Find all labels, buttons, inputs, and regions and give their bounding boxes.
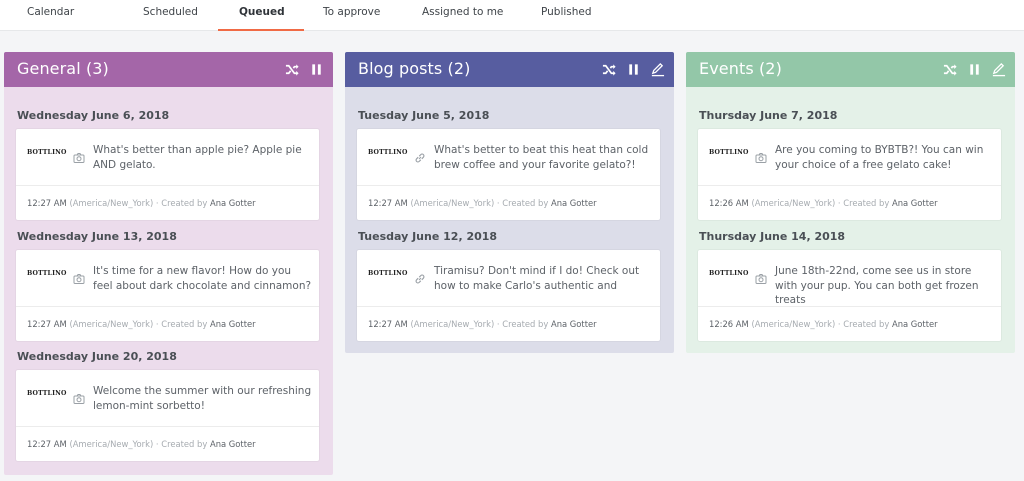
- tab-calendar[interactable]: Calendar: [27, 0, 74, 31]
- column-header: Blog posts (2): [345, 52, 674, 87]
- post-card[interactable]: BOTTLINO June 18th-22nd, come see us in …: [698, 250, 1001, 341]
- author-name: Ana Gotter: [550, 319, 597, 329]
- column-header: General (3): [4, 52, 333, 87]
- date-heading: Tuesday June 12, 2018: [358, 230, 498, 243]
- column-title: General (3): [17, 59, 109, 78]
- date-heading: Wednesday June 13, 2018: [17, 230, 177, 243]
- brand-logo: BOTTLINO: [709, 270, 749, 277]
- post-text: Are you coming to BYBTB?! You can win yo…: [775, 144, 984, 171]
- edit-icon[interactable]: [989, 60, 1007, 78]
- author-name: Ana Gotter: [891, 319, 938, 329]
- tab-to-approve[interactable]: To approve: [323, 0, 380, 31]
- post-meta: 12:27 AM (America/New_York) · Created by…: [368, 198, 597, 208]
- author-name: Ana Gotter: [209, 198, 256, 208]
- post-card[interactable]: BOTTLINO It's time for a new flavor! How…: [16, 250, 319, 341]
- camera-icon: [755, 270, 767, 284]
- camera-icon: [73, 149, 85, 163]
- post-card[interactable]: BOTTLINO Welcome the summer with our ref…: [16, 370, 319, 461]
- brand-logo: BOTTLINO: [368, 270, 408, 277]
- camera-icon: [73, 390, 85, 404]
- date-heading: Thursday June 14, 2018: [699, 230, 846, 243]
- queue-column-blog-posts: Blog posts (2) Tuesday June 5, 2018 BOTT…: [345, 52, 674, 353]
- post-card[interactable]: BOTTLINO Are you coming to BYBTB?! You c…: [698, 129, 1001, 220]
- date-heading: Wednesday June 20, 2018: [17, 350, 177, 363]
- camera-icon: [73, 270, 85, 284]
- post-meta: 12:26 AM (America/New_York) · Created by…: [709, 198, 938, 208]
- post-meta: 12:27 AM (America/New_York) · Created by…: [27, 439, 256, 449]
- post-text: Tiramisu? Don't mind if I do! Check out …: [434, 265, 640, 292]
- tab-queued[interactable]: Queued: [218, 0, 304, 31]
- post-card[interactable]: BOTTLINO Tiramisu? Don't mind if I do! C…: [357, 250, 660, 341]
- brand-logo: BOTTLINO: [27, 149, 67, 156]
- tab-published[interactable]: Published: [541, 0, 592, 31]
- shuffle-icon[interactable]: [941, 60, 959, 78]
- brand-logo: BOTTLINO: [27, 390, 67, 397]
- pause-icon[interactable]: [965, 60, 983, 78]
- post-meta: 12:27 AM (America/New_York) · Created by…: [368, 319, 597, 329]
- post-text: June 18th-22nd, come see us in store wit…: [775, 265, 979, 306]
- pause-icon[interactable]: [624, 60, 642, 78]
- column-header: Events (2): [686, 52, 1015, 87]
- date-heading: Thursday June 7, 2018: [699, 109, 838, 122]
- pause-icon[interactable]: [307, 60, 325, 78]
- queue-column-general: General (3) Wednesday June 6, 2018 BOTTL…: [4, 52, 333, 475]
- post-meta: 12:27 AM (America/New_York) · Created by…: [27, 319, 256, 329]
- brand-logo: BOTTLINO: [27, 270, 67, 277]
- post-text: Welcome the summer with our refreshing l…: [93, 385, 312, 412]
- tab-assigned-to-me[interactable]: Assigned to me: [422, 0, 503, 31]
- top-nav: Calendar Scheduled Queued To approve Ass…: [0, 0, 1024, 31]
- shuffle-icon[interactable]: [283, 60, 301, 78]
- post-meta: 12:26 AM (America/New_York) · Created by…: [709, 319, 938, 329]
- column-title: Blog posts (2): [358, 59, 471, 78]
- post-card[interactable]: BOTTLINO What's better than apple pie? A…: [16, 129, 319, 220]
- post-meta: 12:27 AM (America/New_York) · Created by…: [27, 198, 256, 208]
- date-heading: Tuesday June 5, 2018: [358, 109, 490, 122]
- link-icon: [414, 270, 426, 284]
- tab-scheduled[interactable]: Scheduled: [143, 0, 198, 31]
- post-text: What's better than apple pie? Apple pie …: [93, 144, 302, 171]
- author-name: Ana Gotter: [209, 319, 256, 329]
- author-name: Ana Gotter: [550, 198, 597, 208]
- queue-column-events: Events (2) Thursday June 7, 2018 BOTTLIN…: [686, 52, 1015, 353]
- edit-icon[interactable]: [648, 60, 666, 78]
- author-name: Ana Gotter: [209, 439, 256, 449]
- camera-icon: [755, 149, 767, 163]
- column-title: Events (2): [699, 59, 782, 78]
- brand-logo: BOTTLINO: [709, 149, 749, 156]
- post-text: It's time for a new flavor! How do you f…: [93, 265, 312, 292]
- author-name: Ana Gotter: [891, 198, 938, 208]
- brand-logo: BOTTLINO: [368, 149, 408, 156]
- post-card[interactable]: BOTTLINO What's better to beat this heat…: [357, 129, 660, 220]
- date-heading: Wednesday June 6, 2018: [17, 109, 170, 122]
- post-text: What's better to beat this heat than col…: [434, 144, 649, 171]
- shuffle-icon[interactable]: [600, 60, 618, 78]
- link-icon: [414, 149, 426, 163]
